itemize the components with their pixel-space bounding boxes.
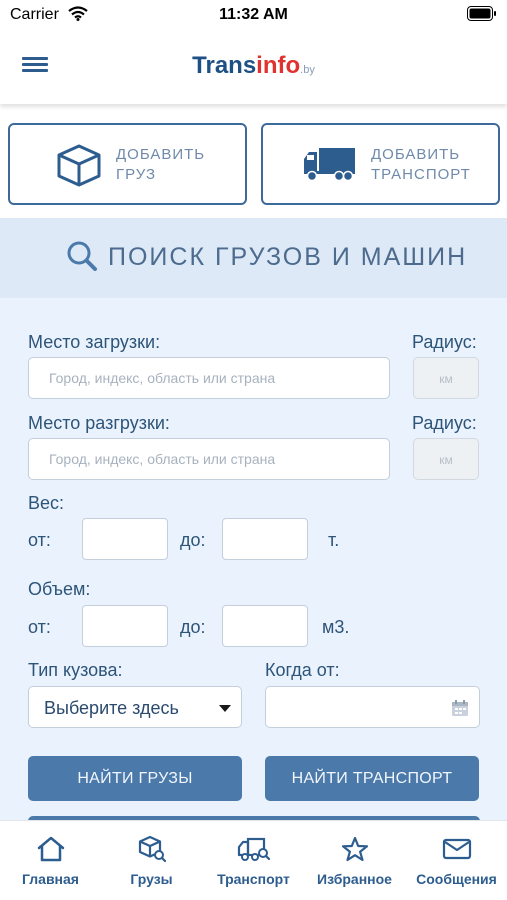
volume-unit: м3. bbox=[322, 617, 350, 637]
tab-favorites-label: Избранное bbox=[317, 871, 392, 887]
logo-info: info bbox=[256, 52, 301, 79]
logo: Transinfo.by bbox=[0, 52, 507, 80]
tab-messages[interactable]: Сообщения bbox=[406, 835, 507, 887]
tab-cargo-label: Грузы bbox=[130, 871, 173, 887]
mail-icon bbox=[442, 838, 471, 860]
loading-place-label: Место загрузки: bbox=[28, 332, 161, 352]
volume-from-label: от: bbox=[28, 617, 51, 637]
tab-home[interactable]: Главная bbox=[0, 835, 101, 887]
loading-radius-label: Радиус: bbox=[412, 332, 477, 352]
calendar-icon[interactable] bbox=[451, 699, 469, 722]
weight-to-input[interactable] bbox=[222, 518, 308, 560]
tab-transport[interactable]: Транспорт bbox=[203, 835, 304, 887]
tab-favorites[interactable]: Избранное bbox=[304, 835, 405, 887]
cargo-search-icon bbox=[138, 835, 166, 863]
battery-icon bbox=[467, 6, 497, 26]
weight-from-label: от: bbox=[28, 530, 51, 550]
tab-transport-label: Транспорт bbox=[217, 871, 290, 887]
truck-search-icon bbox=[237, 837, 270, 861]
box-icon bbox=[56, 143, 102, 192]
weight-unit: т. bbox=[328, 530, 340, 550]
tab-messages-label: Сообщения bbox=[416, 871, 497, 887]
body-type-select[interactable]: Выберите здесь bbox=[28, 686, 242, 728]
unloading-radius-input[interactable]: км bbox=[413, 438, 479, 480]
weight-label: Вес: bbox=[28, 493, 65, 513]
volume-label: Объем: bbox=[28, 579, 91, 599]
tab-cargo[interactable]: Грузы bbox=[101, 835, 202, 887]
weight-from-input[interactable] bbox=[82, 518, 168, 560]
loading-place-input[interactable]: Город, индекс, область или страна bbox=[28, 357, 390, 399]
search-header: ПОИСК ГРУЗОВ И МАШИН bbox=[0, 218, 507, 298]
volume-to-input[interactable] bbox=[222, 605, 308, 647]
truck-icon bbox=[301, 143, 357, 188]
logo-trans: Trans bbox=[192, 52, 257, 79]
unloading-place-label: Место разгрузки: bbox=[28, 413, 170, 433]
search-title: ПОИСК ГРУЗОВ И МАШИН bbox=[108, 243, 468, 271]
find-transport-button[interactable]: НАЙТИ ТРАНСПОРТ bbox=[265, 756, 479, 801]
volume-from-input[interactable] bbox=[82, 605, 168, 647]
date-from-input[interactable] bbox=[265, 686, 480, 728]
home-icon bbox=[37, 836, 64, 862]
loading-radius-input[interactable]: км bbox=[413, 357, 479, 399]
app-header: Transinfo.by bbox=[0, 30, 507, 104]
add-transport-button[interactable]: ДОБАВИТЬ ТРАНСПОРТ bbox=[261, 123, 500, 205]
search-icon bbox=[66, 240, 98, 277]
body-type-value: Выберите здесь bbox=[44, 698, 179, 718]
body-type-label: Тип кузова: bbox=[28, 660, 123, 680]
add-cargo-label: ДОБАВИТЬ ГРУЗ bbox=[116, 146, 206, 183]
tab-bar: Главная Грузы Транспорт Избранное Сообще… bbox=[0, 820, 507, 900]
add-transport-label: ДОБАВИТЬ ТРАНСПОРТ bbox=[371, 146, 471, 183]
tab-home-label: Главная bbox=[22, 871, 79, 887]
find-cargo-button[interactable]: НАЙТИ ГРУЗЫ bbox=[28, 756, 242, 801]
chevron-down-icon bbox=[219, 705, 231, 712]
unloading-radius-label: Радиус: bbox=[412, 413, 477, 433]
status-bar: Carrier 11:32 AM bbox=[0, 0, 507, 30]
clock: 11:32 AM bbox=[219, 6, 288, 23]
unloading-place-input[interactable]: Город, индекс, область или страна bbox=[28, 438, 390, 480]
star-icon bbox=[341, 836, 368, 862]
add-cargo-button[interactable]: ДОБАВИТЬ ГРУЗ bbox=[8, 123, 247, 205]
when-from-label: Когда от: bbox=[265, 660, 340, 680]
logo-domain: .by bbox=[300, 64, 315, 76]
volume-to-label: до: bbox=[180, 617, 206, 637]
weight-to-label: до: bbox=[180, 530, 206, 550]
